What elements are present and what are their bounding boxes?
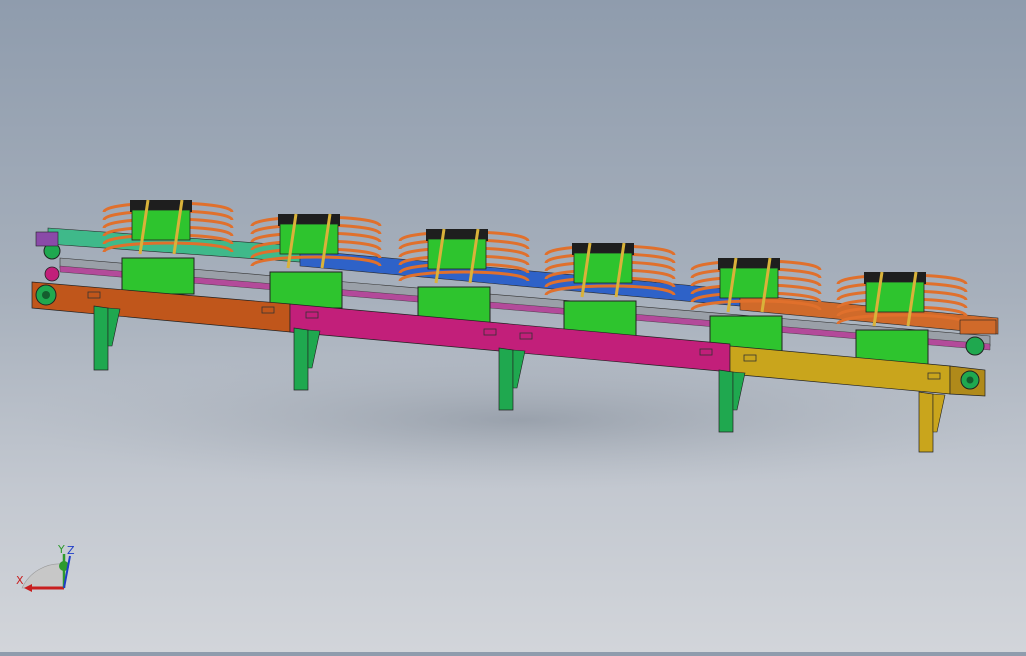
leg-post <box>93 305 109 371</box>
left-end-roller <box>35 231 61 306</box>
leg-post <box>918 391 934 453</box>
conveyor-line-model[interactable] <box>0 0 1026 652</box>
leg-post <box>718 369 734 433</box>
triad-base-wedge <box>21 563 65 589</box>
leg-post <box>498 347 514 411</box>
right-end-roller <box>959 319 997 390</box>
support-leg <box>93 305 121 371</box>
orientation-triad: X Y Z <box>14 542 86 602</box>
x-axis-label: X <box>16 574 24 587</box>
leg-post <box>293 327 309 391</box>
y-axis-label: Y <box>57 543 65 556</box>
carrier-base-box <box>269 271 343 309</box>
cad-graphics-viewport[interactable]: X Y Z <box>0 0 1026 652</box>
z-axis-label: Z <box>67 544 75 557</box>
leg-brace <box>107 307 121 347</box>
carrier-base-box <box>121 257 195 295</box>
